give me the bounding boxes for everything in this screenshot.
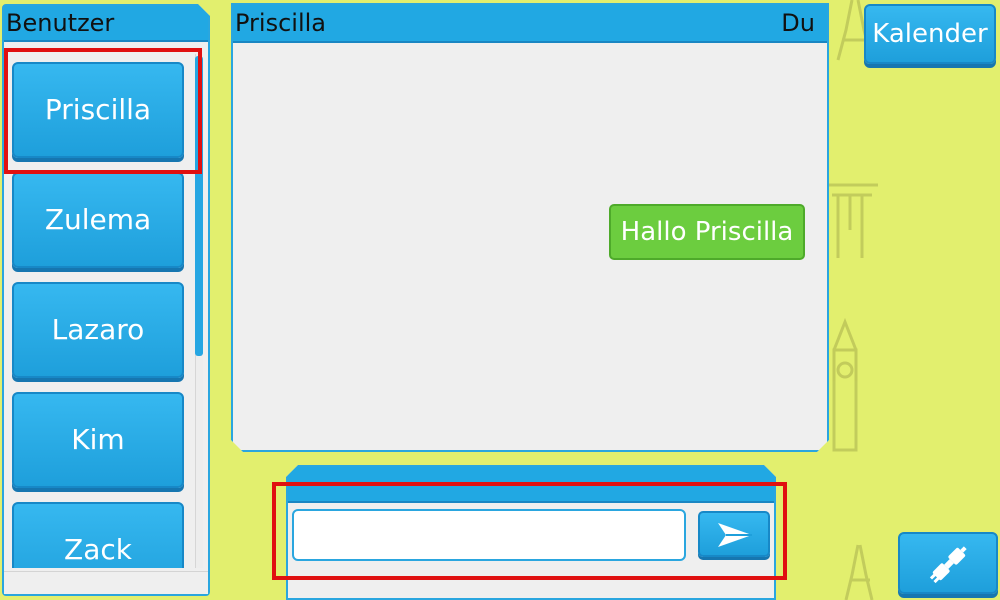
disconnect-button[interactable] <box>898 532 998 594</box>
user-name: Lazaro <box>51 313 145 346</box>
user-name: Kim <box>71 423 125 456</box>
user-button-kim[interactable]: Kim <box>12 392 184 488</box>
calendar-label: Kalender <box>872 19 988 49</box>
user-list-header: Benutzer <box>4 6 208 42</box>
user-list-title: Benutzer <box>6 9 115 37</box>
chat-own-label: Du <box>781 9 815 37</box>
user-button-zulema[interactable]: Zulema <box>12 172 184 268</box>
user-button-lazaro[interactable]: Lazaro <box>12 282 184 378</box>
message-text: Hallo Priscilla <box>620 217 794 247</box>
selected-user-highlight <box>4 48 202 174</box>
plug-icon <box>929 546 967 584</box>
user-list-footer <box>4 571 208 594</box>
chat-partner-name: Priscilla <box>235 9 326 37</box>
chat-header: Priscilla Du <box>233 5 827 43</box>
user-button-zack[interactable]: Zack <box>12 502 184 568</box>
calendar-button[interactable]: Kalender <box>864 4 996 64</box>
message-bubble: Hallo Priscilla <box>609 204 805 260</box>
user-name: Zack <box>64 533 132 566</box>
compose-highlight <box>272 482 787 580</box>
user-name: Zulema <box>44 203 152 236</box>
chat-panel: Priscilla Du Hallo Priscilla <box>231 3 829 452</box>
